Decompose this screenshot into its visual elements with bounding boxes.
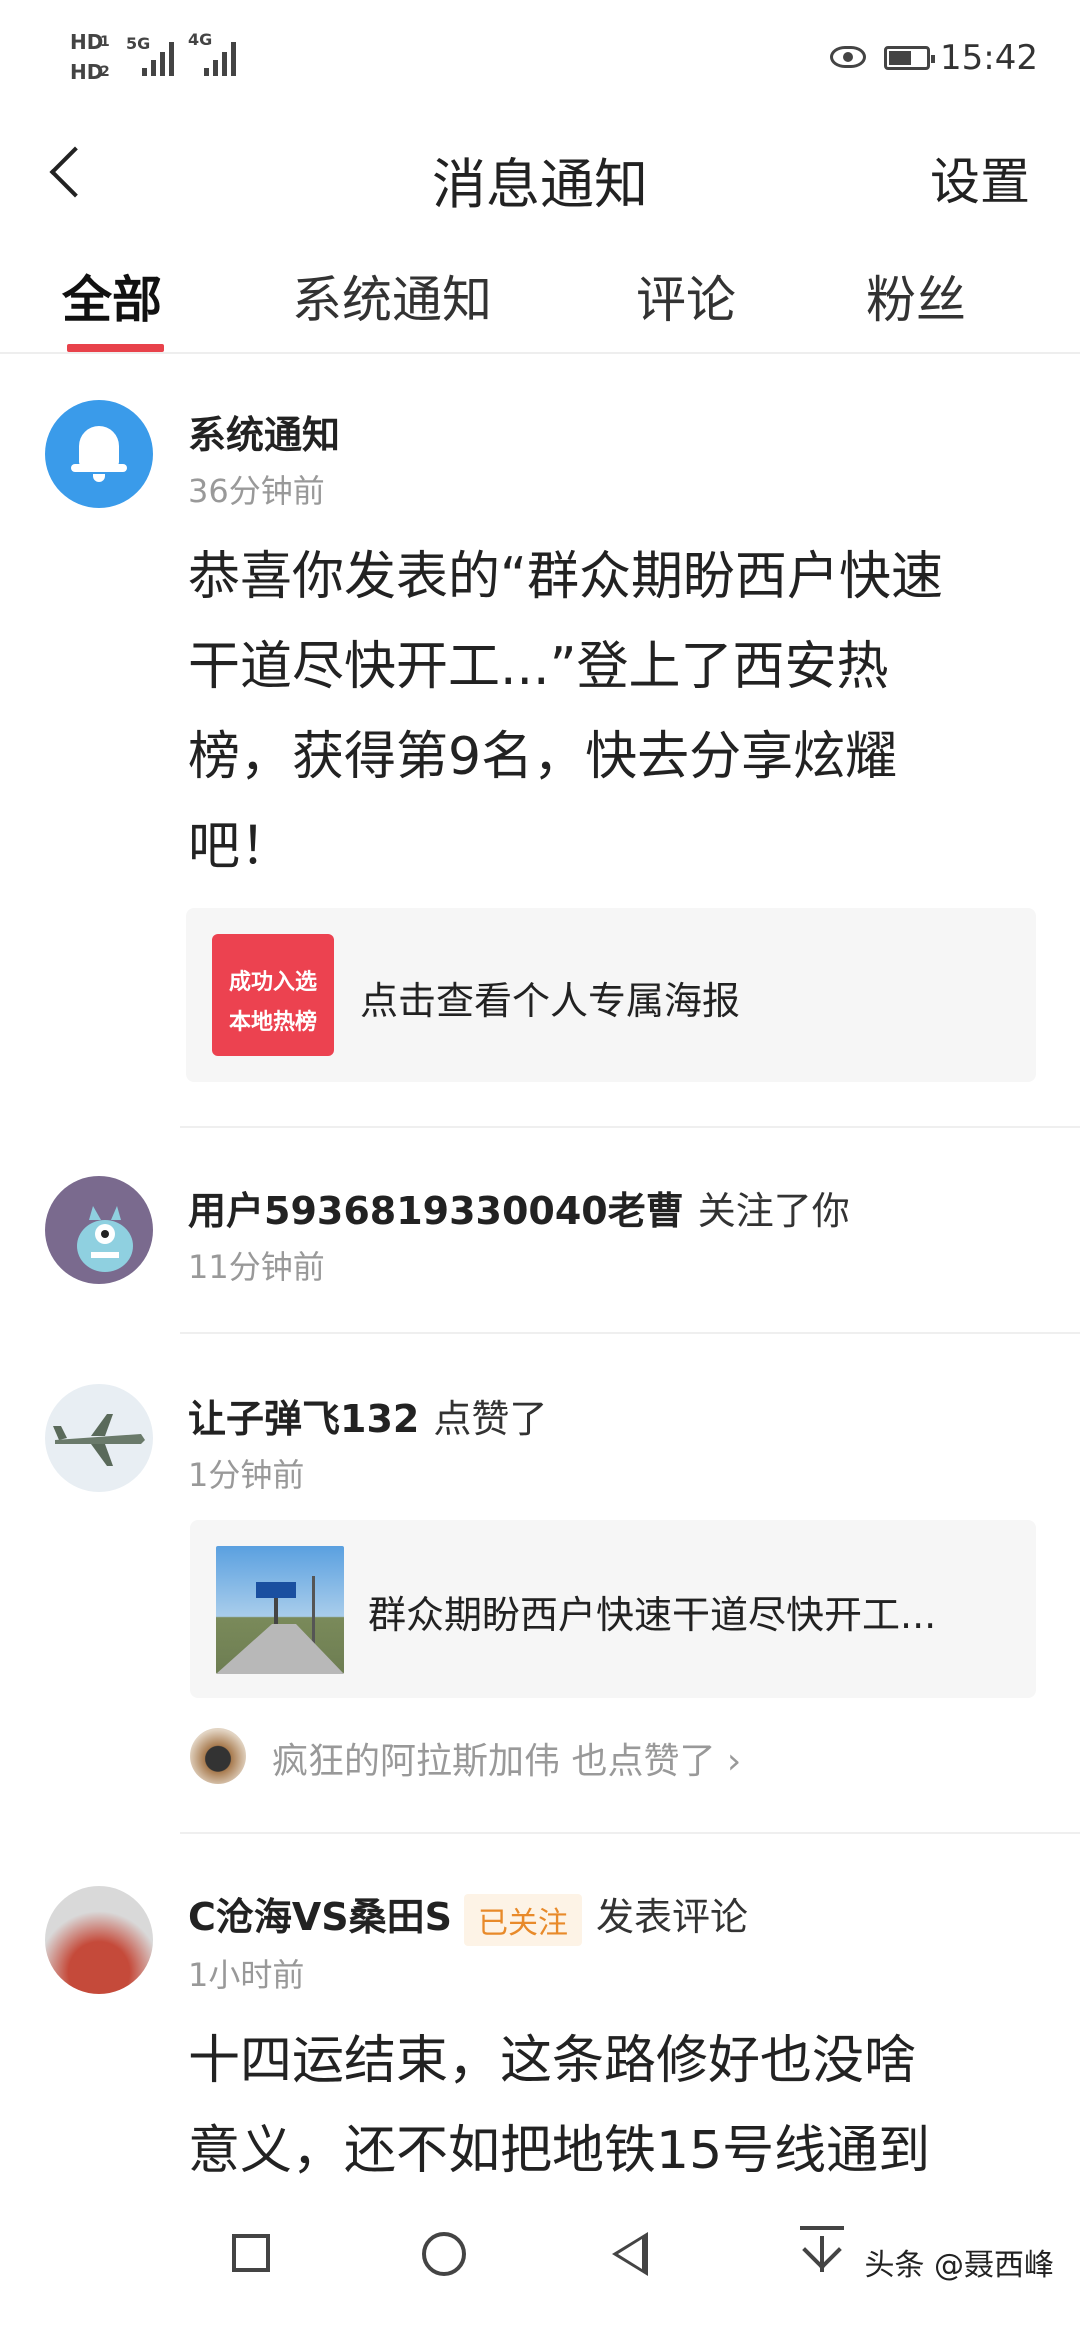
system-navigation-bar: 头条 @聂西峰: [0, 2190, 1080, 2340]
tab-bar: 全部 系统通知 评论 粉丝: [0, 240, 1080, 354]
notification-body: 恭喜你发表的“群众期盼西户快速 干道尽快开工...”登上了西安热 榜，获得第9名…: [188, 532, 1048, 892]
hd2-label: HD: [70, 60, 104, 84]
tab-comments[interactable]: 评论: [636, 260, 736, 332]
bell-icon: [79, 426, 119, 466]
comment-line: C沧海VS桑田S 已关注 发表评论: [188, 1886, 748, 1946]
timestamp: 1小时前: [188, 1956, 305, 1994]
poster-card[interactable]: 成功入选 本地热榜 点击查看个人专属海报: [186, 908, 1036, 1082]
bell-clapper: [93, 474, 105, 482]
timestamp: 1分钟前: [188, 1456, 305, 1494]
nav-bar: 消息通知 设置: [0, 120, 1080, 230]
body-line: 吧！: [188, 817, 293, 877]
article-title[interactable]: 群众期盼西户快速干道尽快开工...: [368, 1584, 936, 1639]
bell-base: [71, 464, 127, 472]
divider: [180, 1332, 1080, 1334]
clock: 15:42: [940, 38, 1038, 78]
user-avatar[interactable]: [45, 1886, 153, 1994]
follow-action: 关注了你: [697, 1189, 850, 1233]
home-button[interactable]: [422, 2232, 466, 2276]
following-badge: 已关注: [464, 1893, 583, 1946]
body-line: 十四运结束，这条路修好也没啥: [188, 2031, 917, 2091]
divider: [180, 1832, 1080, 1834]
system-notification[interactable]: 系统通知 36分钟前 恭喜你发表的“群众期盼西户快速 干道尽快开工...”登上了…: [0, 360, 1080, 1120]
body-line: 榜，获得第9名，快去分享炫耀: [188, 727, 898, 787]
signal-icon: [204, 40, 244, 76]
signal-icon: [142, 40, 182, 76]
article-card[interactable]: 群众期盼西户快速干道尽快开工...: [190, 1520, 1036, 1698]
back-button[interactable]: [612, 2232, 648, 2276]
tab-fans[interactable]: 粉丝: [866, 260, 966, 332]
hd1-sub-label: 1: [100, 34, 110, 50]
article-thumbnail: [216, 1546, 344, 1674]
recent-apps-button[interactable]: [232, 2234, 270, 2272]
liker-name[interactable]: 让子弹飞132: [188, 1397, 419, 1441]
hd2-sub-label: 2: [100, 64, 110, 80]
tab-system-notifications[interactable]: 系统通知: [292, 260, 492, 332]
follow-notification[interactable]: 用户5936819330040老曹 关注了你 11分钟前: [0, 1130, 1080, 1330]
notification-pulldown-icon[interactable]: [800, 2226, 844, 2278]
timestamp: 11分钟前: [188, 1248, 325, 1286]
poster-link-text[interactable]: 点击查看个人专属海报: [360, 970, 740, 1025]
body-line: 恭喜你发表的“群众期盼西户快速: [188, 547, 943, 607]
like-action: 点赞了: [433, 1397, 548, 1441]
timestamp: 36分钟前: [188, 472, 325, 510]
watermark: 头条 @聂西峰: [864, 2248, 1054, 2283]
commenter-name[interactable]: C沧海VS桑田S: [188, 1895, 452, 1939]
comment-body[interactable]: 十四运结束，这条路修好也没啥 意义，还不如把地铁15号线通到: [188, 2016, 1048, 2196]
active-tab-indicator: [67, 344, 164, 352]
road-sign-image: [216, 1576, 344, 1674]
monster-avatar-icon: [77, 1206, 133, 1272]
like-line: 让子弹飞132 点赞了: [188, 1388, 547, 1443]
body-line: 干道尽快开工...”登上了西安热: [188, 637, 889, 697]
status-right: 15:42: [830, 38, 1040, 88]
user-avatar[interactable]: [45, 1176, 153, 1284]
settings-button[interactable]: 设置: [930, 142, 1030, 214]
status-bar: HD 1 HD 2 5G 4G 15:42: [0, 0, 1080, 120]
jet-avatar-icon: [53, 1414, 145, 1466]
comment-notification[interactable]: C沧海VS桑田S 已关注 发表评论 1小时前 十四运结束，这条路修好也没啥 意义，还…: [0, 1836, 1080, 2216]
hot-list-badge-image: 成功入选 本地热榜: [212, 934, 334, 1056]
comment-action: 发表评论: [596, 1895, 749, 1939]
page-title: 消息通知: [432, 153, 648, 216]
tab-all[interactable]: 全部: [62, 260, 162, 332]
sender-name[interactable]: 系统通知: [188, 404, 340, 459]
badge-line: 成功入选: [228, 970, 317, 995]
follower-name[interactable]: 用户5936819330040老曹: [188, 1189, 684, 1233]
like-notification[interactable]: 让子弹飞132 点赞了 1分钟前 群众期盼西户快速干道尽快开工... 疯狂的阿拉斯…: [0, 1336, 1080, 1826]
also-liked-link[interactable]: 疯狂的阿拉斯加伟 也点赞了 ›: [272, 1732, 741, 1784]
divider: [180, 1126, 1080, 1128]
follow-line: 用户5936819330040老曹 关注了你: [188, 1180, 850, 1235]
eye-comfort-icon: [830, 46, 866, 68]
battery-icon: [884, 46, 935, 70]
hd1-label: HD: [70, 30, 104, 54]
user-avatar[interactable]: [45, 1384, 153, 1492]
other-liker-avatar[interactable]: [190, 1728, 246, 1784]
body-line: 意义，还不如把地铁15号线通到: [188, 2121, 931, 2181]
bell-avatar: [45, 400, 153, 508]
badge-line: 本地热榜: [228, 1010, 317, 1035]
